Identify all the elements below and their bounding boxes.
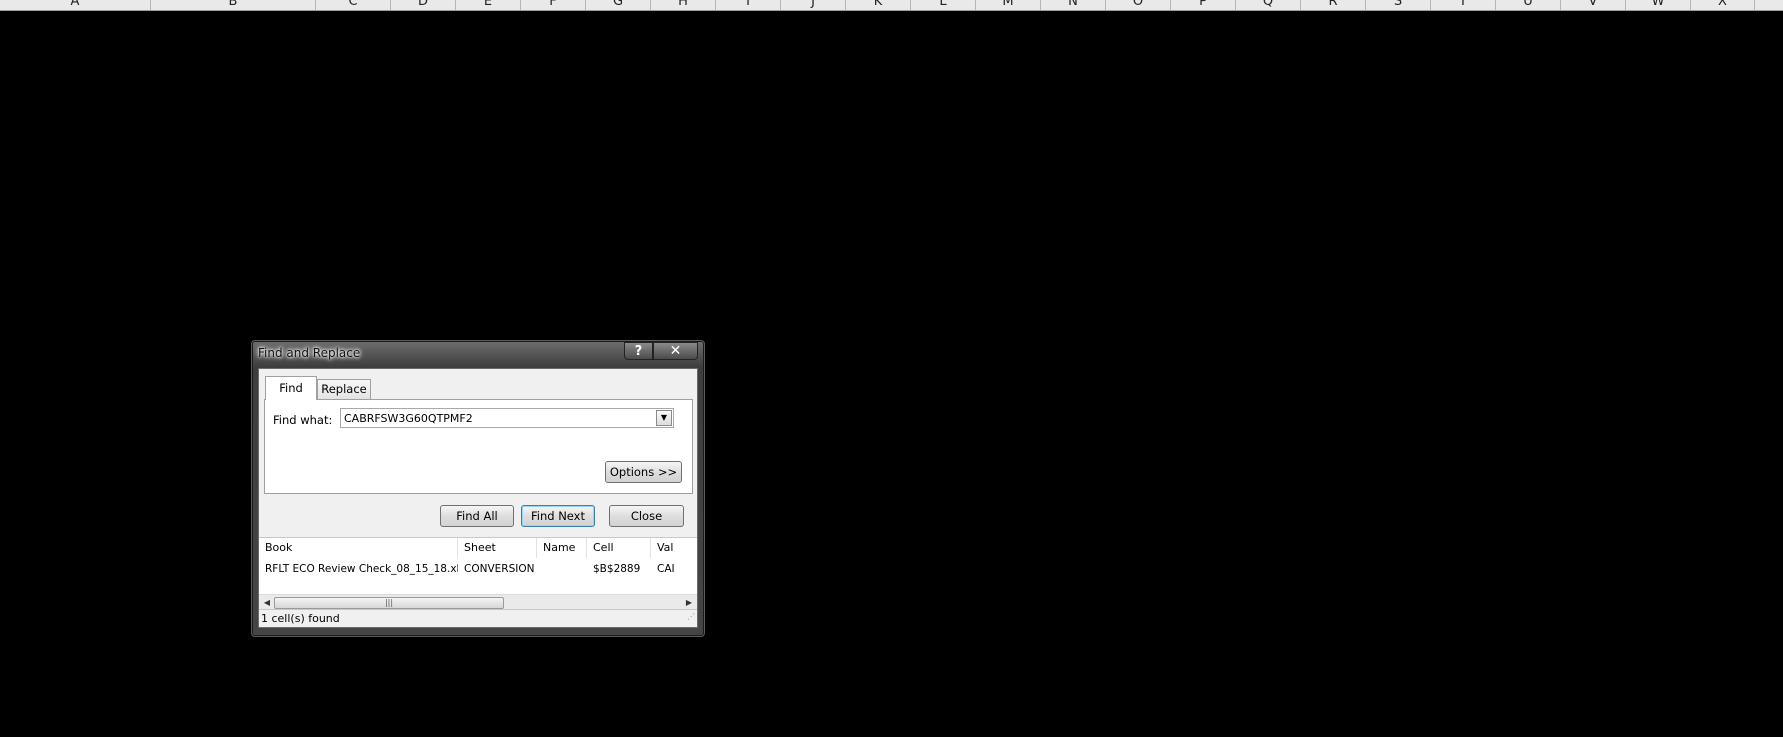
column-header-t[interactable]: T xyxy=(1431,0,1496,10)
result-book: RFLT ECO Review Check_08_15_18.xlsm xyxy=(265,563,458,575)
column-header-g[interactable]: G xyxy=(586,0,651,10)
column-header-s[interactable]: S xyxy=(1366,0,1431,10)
scroll-thumb[interactable]: ||| xyxy=(274,597,504,609)
tab-find-label: Find xyxy=(279,381,303,395)
column-header-label: I xyxy=(746,0,750,9)
column-header-label: J xyxy=(811,0,815,9)
column-header-label: P xyxy=(1199,0,1207,9)
column-header-label: G xyxy=(612,0,624,9)
column-header-q[interactable]: Q xyxy=(1236,0,1301,10)
column-header-w[interactable]: W xyxy=(1626,0,1691,10)
column-header-label: X xyxy=(1718,0,1727,9)
column-header-e[interactable]: E xyxy=(456,0,521,10)
column-header-o[interactable]: O xyxy=(1106,0,1171,10)
results-header-name[interactable]: Name xyxy=(537,538,587,558)
results-list[interactable]: Book Sheet Name Cell Val RFLT ECO Review… xyxy=(259,537,697,610)
column-header-strip: A B C D E F G H I J K L M N O P Q R S T U V W X xyxy=(0,0,1783,11)
column-header-b[interactable]: B xyxy=(151,0,316,10)
column-header-d[interactable]: D xyxy=(391,0,456,10)
scroll-left-icon[interactable]: ◀ xyxy=(261,597,273,609)
result-cell: $B$2889 xyxy=(593,563,641,575)
column-header-label: F xyxy=(549,0,557,9)
column-header-h[interactable]: H xyxy=(651,0,716,10)
results-header-cell[interactable]: Cell xyxy=(587,538,651,558)
find-tab-panel: Find what: ▼ Options >> xyxy=(264,399,693,494)
results-header-book[interactable]: Book xyxy=(259,538,458,558)
column-header-label: T xyxy=(1459,0,1467,9)
column-header-label: Q xyxy=(1262,0,1274,9)
help-button[interactable]: ? xyxy=(624,342,653,360)
close-button[interactable]: Close xyxy=(609,505,684,527)
results-header-value[interactable]: Val xyxy=(651,538,697,558)
column-header-v[interactable]: V xyxy=(1561,0,1626,10)
find-next-button[interactable]: Find Next xyxy=(521,505,595,527)
dialog-body: Find Replace Find what: ▼ Options >> Fin… xyxy=(258,368,698,628)
resize-grip-icon[interactable]: ⋰ xyxy=(687,608,695,626)
find-what-combobox[interactable]: ▼ xyxy=(340,408,674,428)
column-header-label: N xyxy=(1068,0,1078,9)
horizontal-scrollbar[interactable]: ◀ ||| ▶ xyxy=(259,594,697,610)
column-header-label: A xyxy=(70,0,80,9)
options-button[interactable]: Options >> xyxy=(605,461,682,483)
column-header-label: U xyxy=(1523,0,1533,9)
column-header-i[interactable]: I xyxy=(716,0,781,10)
chevron-down-icon[interactable]: ▼ xyxy=(656,410,672,426)
find-what-label: Find what: xyxy=(273,413,333,427)
dialog-title: Find and Replace xyxy=(258,346,361,360)
column-header-j[interactable]: J xyxy=(781,0,846,10)
column-header-label: B xyxy=(228,0,238,9)
column-header-label: E xyxy=(483,0,493,9)
column-header-label: L xyxy=(939,0,947,9)
status-bar: 1 cell(s) found ⋰ xyxy=(259,609,697,627)
column-header-n[interactable]: N xyxy=(1041,0,1106,10)
tab-find[interactable]: Find xyxy=(265,376,317,400)
column-header-m[interactable]: M xyxy=(976,0,1041,10)
find-replace-dialog: Find and Replace ? ✕ Find Replace Find w… xyxy=(251,340,705,637)
dialog-titlebar[interactable]: Find and Replace ? ✕ xyxy=(252,341,704,367)
tab-replace[interactable]: Replace xyxy=(317,379,371,399)
result-name xyxy=(537,560,587,578)
column-header-label: O xyxy=(1132,0,1144,9)
column-header-label: W xyxy=(1651,0,1665,9)
column-header-label: K xyxy=(873,0,883,9)
close-icon[interactable]: ✕ xyxy=(653,342,698,360)
column-header-r[interactable]: R xyxy=(1301,0,1366,10)
column-header-label: S xyxy=(1393,0,1403,9)
tab-replace-label: Replace xyxy=(321,382,367,396)
find-what-input[interactable] xyxy=(341,409,657,427)
column-header-f[interactable]: F xyxy=(521,0,586,10)
column-header-label: R xyxy=(1328,0,1338,9)
column-header-p[interactable]: P xyxy=(1171,0,1236,10)
find-all-button[interactable]: Find All xyxy=(440,505,514,527)
column-header-c[interactable]: C xyxy=(316,0,391,10)
results-header-sheet[interactable]: Sheet xyxy=(458,538,537,558)
column-header-label: H xyxy=(678,0,688,9)
column-header-label: D xyxy=(417,0,428,9)
column-header-a[interactable]: A xyxy=(0,0,151,10)
column-header-label: M xyxy=(1002,0,1014,9)
result-sheet: CONVERSION xyxy=(464,563,535,575)
column-header-label: V xyxy=(1588,0,1598,9)
column-header-k[interactable]: K xyxy=(846,0,911,10)
column-header-x[interactable]: X xyxy=(1691,0,1755,10)
status-text: 1 cell(s) found xyxy=(261,612,340,625)
column-header-label: C xyxy=(348,0,358,9)
result-value: CAI xyxy=(657,563,675,575)
column-header-l[interactable]: L xyxy=(911,0,976,10)
column-header-u[interactable]: U xyxy=(1496,0,1561,10)
